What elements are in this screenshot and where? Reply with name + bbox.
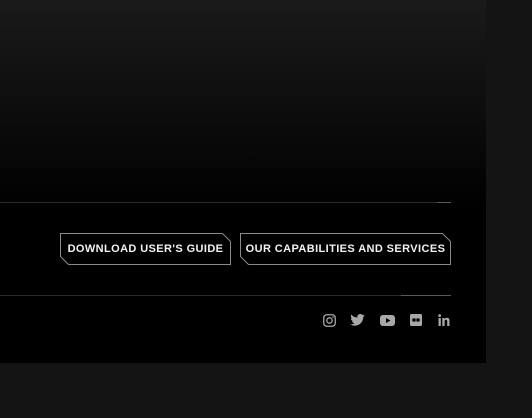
- footer-divider-bottom: [0, 295, 451, 296]
- footer-panel: DOWNLOAD USER'S GUIDE OUR CAPABILITIES A…: [0, 0, 486, 363]
- footer-divider-top: [0, 202, 451, 203]
- download-users-guide-label: DOWNLOAD USER'S GUIDE: [67, 243, 224, 255]
- instagram-icon[interactable]: [321, 312, 337, 328]
- linkedin-icon[interactable]: [436, 312, 452, 328]
- footer-divider-bottom-accent: [401, 295, 451, 296]
- capabilities-and-services-button[interactable]: OUR CAPABILITIES AND SERVICES: [240, 233, 451, 265]
- youtube-icon[interactable]: [379, 312, 395, 328]
- flickr-icon[interactable]: [408, 312, 424, 328]
- footer-divider-top-accent: [437, 202, 451, 203]
- twitter-icon[interactable]: [349, 312, 365, 328]
- download-users-guide-button[interactable]: DOWNLOAD USER'S GUIDE: [60, 233, 231, 265]
- page: DOWNLOAD USER'S GUIDE OUR CAPABILITIES A…: [0, 0, 532, 418]
- capabilities-and-services-label: OUR CAPABILITIES AND SERVICES: [245, 243, 446, 255]
